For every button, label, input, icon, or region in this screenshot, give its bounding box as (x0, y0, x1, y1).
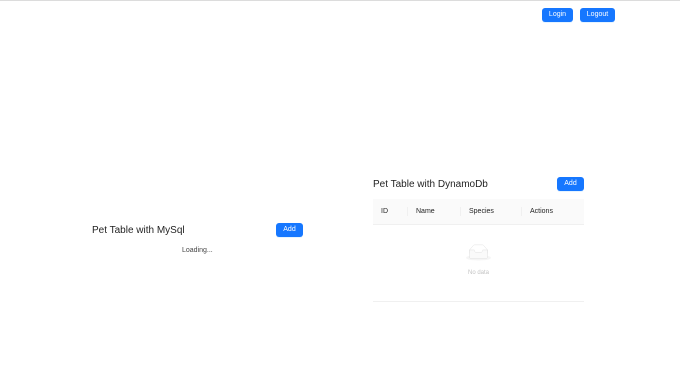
table-empty-state: No data (373, 224, 584, 301)
column-header-id: ID (381, 208, 388, 215)
dynamo-pet-table: ID Name Species Actions No data (373, 199, 584, 302)
empty-state-text: No data (467, 270, 489, 276)
dynamo-table-title: Pet Table with DynamoDb (373, 179, 488, 190)
column-separator (460, 207, 461, 216)
column-separator (521, 207, 522, 216)
logout-button[interactable]: Logout (580, 8, 615, 22)
top-divider (0, 0, 680, 1)
column-header-species: Species (469, 208, 494, 215)
table-header: ID Name Species Actions (373, 199, 584, 225)
mysql-table-title: Pet Table with MySql (92, 225, 185, 236)
column-header-name: Name (416, 208, 435, 215)
empty-inbox-icon (466, 244, 491, 261)
mysql-add-button[interactable]: Add (276, 223, 303, 237)
column-separator (407, 207, 408, 216)
dynamo-add-button[interactable]: Add (557, 177, 584, 191)
login-button[interactable]: Login (542, 8, 573, 22)
mysql-loading-text: Loading... (182, 247, 213, 254)
column-header-actions: Actions (530, 208, 553, 215)
